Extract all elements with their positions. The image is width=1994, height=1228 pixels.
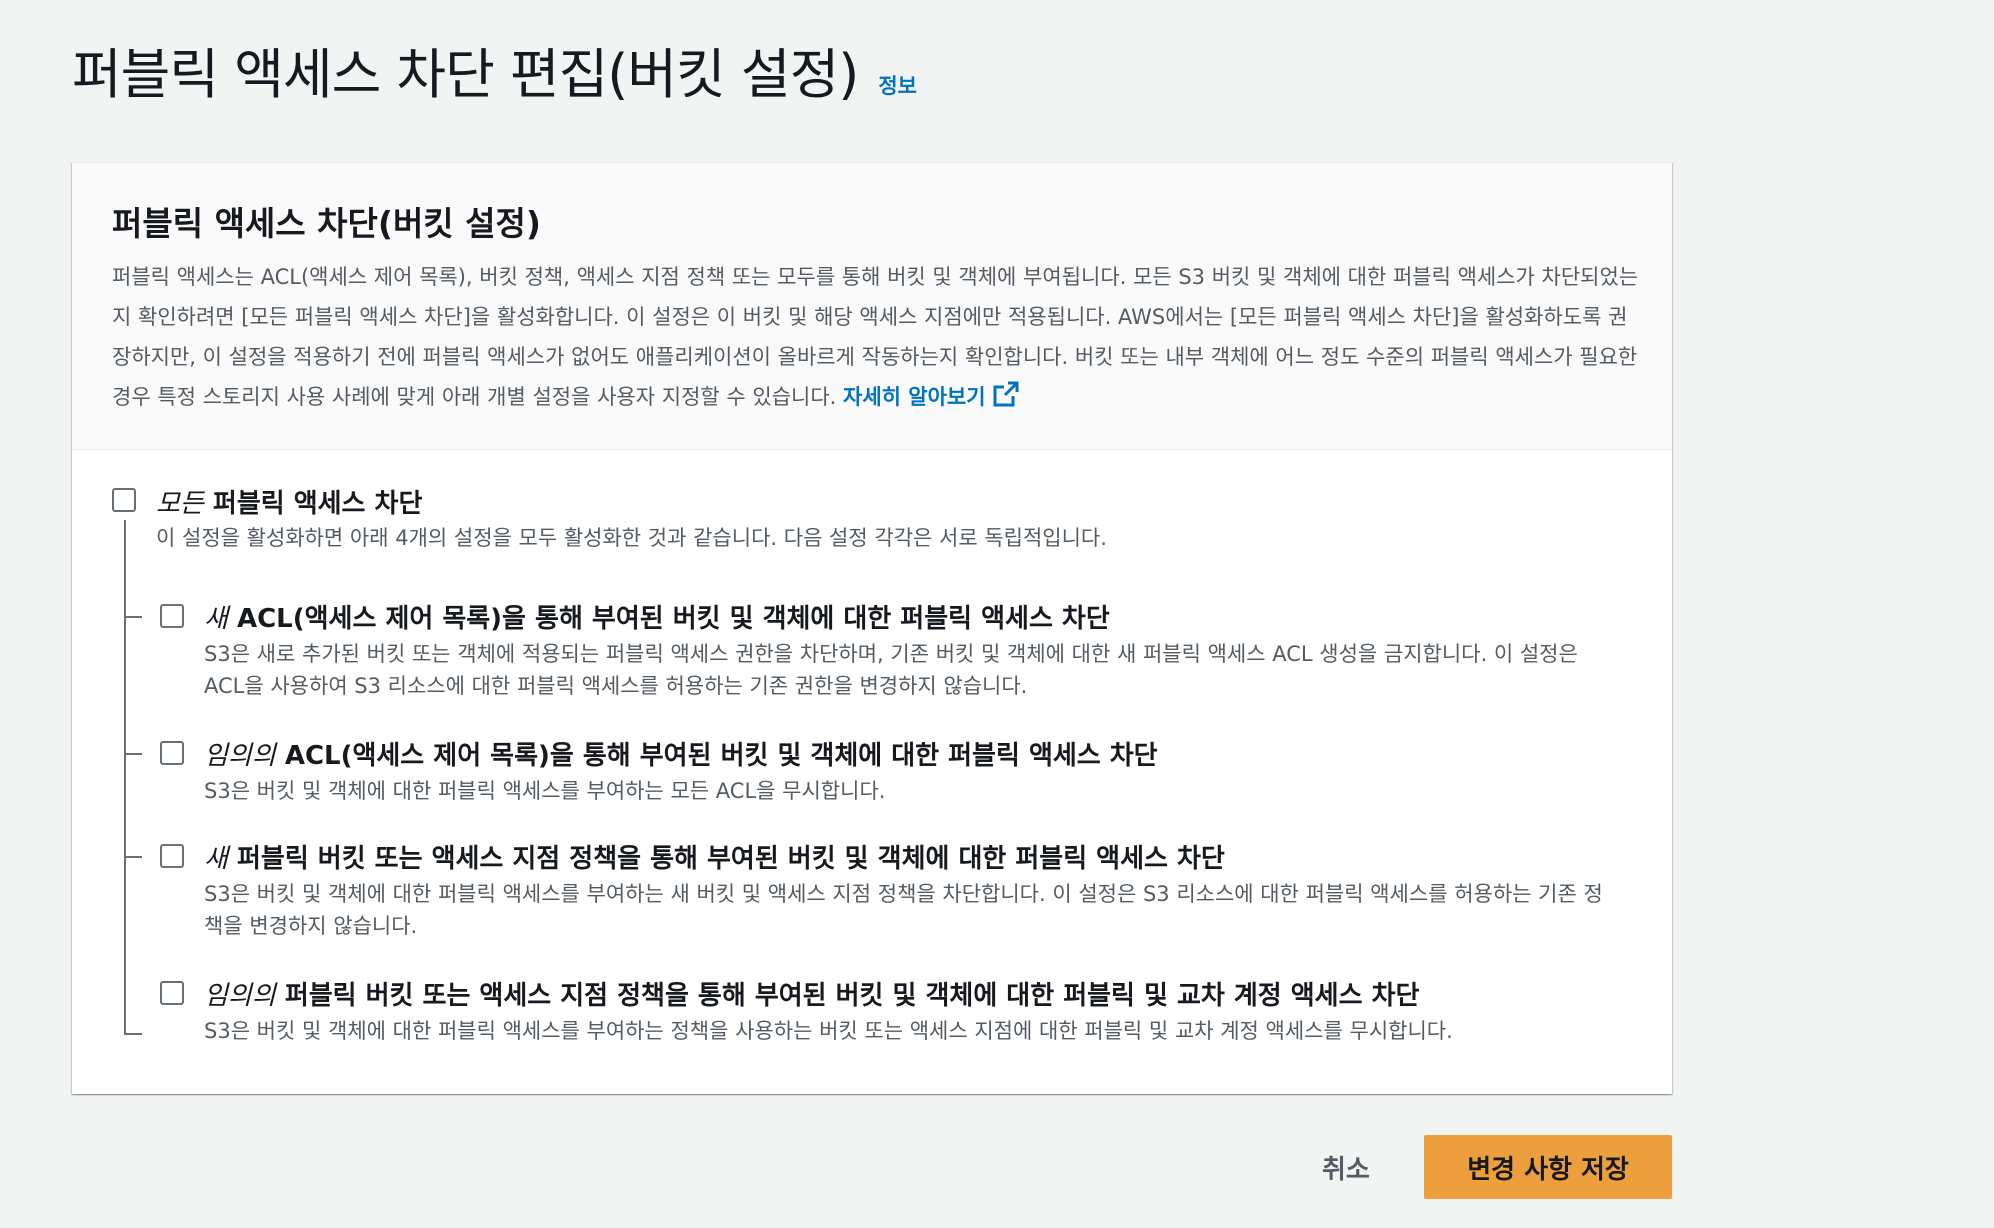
block-all-emphasis: 모든 bbox=[156, 489, 204, 519]
block-any-acl-description: S3은 버킷 및 객체에 대한 퍼블릭 액세스를 부여하는 모든 ACL을 무시… bbox=[204, 779, 886, 803]
info-link[interactable]: 정보 bbox=[878, 70, 917, 100]
tree-branch bbox=[124, 753, 142, 755]
block-any-policy-description: S3은 버킷 및 객체에 대한 퍼블릭 액세스를 부여하는 정책을 사용하는 버… bbox=[204, 1019, 1453, 1043]
tree-branch bbox=[124, 856, 142, 858]
block-all-label[interactable]: 모든 퍼블릭 액세스 차단 bbox=[156, 483, 422, 520]
panel-description: 퍼블릭 액세스는 ACL(액세스 제어 목록), 버킷 정책, 액세스 지점 정… bbox=[112, 257, 1642, 421]
block-any-acl-emphasis: 임의의 bbox=[204, 741, 276, 771]
block-new-policy-description: S3은 버킷 및 객체에 대한 퍼블릭 액세스를 부여하는 새 버킷 및 액세스… bbox=[204, 882, 1603, 938]
block-any-acl-label-text: ACL(액세스 제어 목록)을 통해 부여된 버킷 및 객체에 대한 퍼블릭 액… bbox=[275, 741, 1158, 771]
block-any-acl-checkbox[interactable] bbox=[160, 741, 184, 765]
page-title: 퍼블릭 액세스 차단 편집(버킷 설정) bbox=[72, 43, 859, 106]
block-new-policy-label-text: 퍼블릭 버킷 또는 액세스 지점 정책을 통해 부여된 버킷 및 객체에 대한 … bbox=[227, 844, 1225, 874]
learn-more-link[interactable]: 자세히 알아보기 bbox=[843, 381, 1020, 409]
block-any-policy-emphasis: 임의의 bbox=[204, 981, 276, 1011]
block-new-acl-label[interactable]: 새 ACL(액세스 제어 목록)을 통해 부여된 버킷 및 객체에 대한 퍼블릭… bbox=[204, 598, 1110, 635]
block-any-acl-label[interactable]: 임의의 ACL(액세스 제어 목록)을 통해 부여된 버킷 및 객체에 대한 퍼… bbox=[204, 735, 1158, 772]
block-new-acl-description: S3은 새로 추가된 버킷 또는 객체에 적용되는 퍼블릭 액세스 권한을 차단… bbox=[204, 642, 1578, 698]
block-new-acl-label-text: ACL(액세스 제어 목록)을 통해 부여된 버킷 및 객체에 대한 퍼블릭 액… bbox=[227, 604, 1110, 634]
tree-branch bbox=[124, 616, 142, 618]
block-any-policy-label-text: 퍼블릭 버킷 또는 액세스 지점 정책을 통해 부여된 버킷 및 객체에 대한 … bbox=[275, 981, 1420, 1011]
tree-branch bbox=[124, 1033, 142, 1035]
block-all-description: 이 설정을 활성화하면 아래 4개의 설정을 모두 활성화한 것과 같습니다. … bbox=[156, 526, 1107, 550]
panel-header: 퍼블릭 액세스 차단(버킷 설정) 퍼블릭 액세스는 ACL(액세스 제어 목록… bbox=[72, 163, 1672, 450]
block-all-checkbox[interactable] bbox=[112, 488, 136, 512]
learn-more-label: 자세히 알아보기 bbox=[843, 385, 986, 409]
panel-title: 퍼블릭 액세스 차단(버킷 설정) bbox=[112, 204, 541, 243]
page-header: 퍼블릭 액세스 차단 편집(버킷 설정) 정보 bbox=[72, 30, 917, 109]
block-new-policy-label[interactable]: 새 퍼블릭 버킷 또는 액세스 지점 정책을 통해 부여된 버킷 및 객체에 대… bbox=[204, 838, 1225, 875]
cancel-button[interactable]: 취소 bbox=[1310, 1140, 1382, 1194]
block-all-label-text: 퍼블릭 액세스 차단 bbox=[203, 489, 423, 519]
tree-line bbox=[124, 520, 126, 1034]
block-new-acl-checkbox[interactable] bbox=[160, 604, 184, 628]
block-public-access-panel: 퍼블릭 액세스 차단(버킷 설정) 퍼블릭 액세스는 ACL(액세스 제어 목록… bbox=[72, 162, 1672, 1094]
block-new-acl-emphasis: 새 bbox=[204, 604, 228, 634]
panel-body: 모든 퍼블릭 액세스 차단 이 설정을 활성화하면 아래 4개의 설정을 모두 … bbox=[72, 450, 1672, 1090]
block-any-policy-label[interactable]: 임의의 퍼블릭 버킷 또는 액세스 지점 정책을 통해 부여된 버킷 및 객체에… bbox=[204, 975, 1419, 1012]
block-new-policy-checkbox[interactable] bbox=[160, 844, 184, 868]
block-any-policy-checkbox[interactable] bbox=[160, 981, 184, 1005]
block-new-policy-emphasis: 새 bbox=[204, 844, 228, 874]
external-link-icon bbox=[992, 380, 1020, 421]
save-changes-button[interactable]: 변경 사항 저장 bbox=[1424, 1135, 1672, 1199]
